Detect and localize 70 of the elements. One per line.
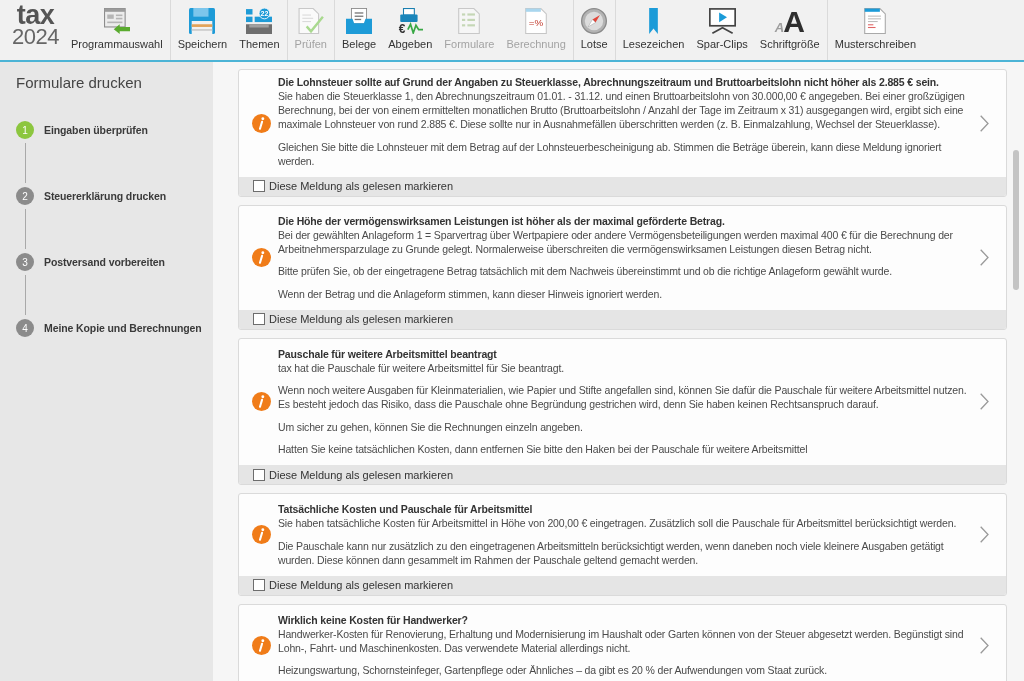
document-percent-icon: =% [525,8,548,34]
message-text: Handwerker-Kosten für Renovierung, Erhaltung und Modernisierung im Haushalt oder Garten können von der Steuer abgesetzt werden. Begünstigt sind Lohn-, Fahrt- und Maschinenkosten. Das verwendete Material allerdings nicht. [278,626,965,655]
message-title: Die Lohnsteuer sollte auf Grund der Angaben zu Steuerklasse, Abrechnungszeitraum und Bruttoarbeitslohn nicht höher als 2.885 € sein. [278,75,940,89]
step-number-badge: 2 [16,187,34,205]
toolbar-button[interactable]: Programmauswahl [64,0,169,60]
checkbox-label[interactable]: Diese Meldung als gelesen markieren [269,579,454,591]
message-text: Heizungswartung, Schornsteinfeger, Gartenpflege oder Ähnliches – da gibt es 20 % der Aufwendungen vom Staat zurück. [278,663,828,677]
message-text: Bei der gewählten Anlageform 1 = Sparvertrag über Wertpapiere oder andere Vermögensbeteiligungen werden maximal 400 € für die Berechnung der Arbeitnehmersparzulage zu Grunde gelegt. Normalerweise überschreiten die vermögenswirksamen Leistungen diesen Betrag nicht. [278,227,954,256]
inbox-tray-icon [346,8,373,34]
step-connector-line [24,275,26,315]
chevron-right-icon[interactable] [980,393,989,411]
checkbox[interactable] [253,313,265,325]
toolbar-button[interactable]: Lotse [574,0,614,60]
message-text: Wenn noch weitere Ausgaben für Kleinmaterialien, wie Papier und Stifte angefallen sind, können Sie dafür die Pauschale für weitere Arbeitsmittel nutzen. Es besteht jedoch das Risiko, dass die Pauschale ohne Begründung gestrichen wird, denn Sie haben keinen Rechtsanspruch darauf. [278,383,968,411]
info-icon [252,525,271,545]
sidebar-title: Formulare drucken [16,73,142,93]
logo-year: 2024 [12,26,59,48]
toolbar-button[interactable]: Belege [336,0,383,60]
form-window-icon [103,8,130,34]
checkbox-label[interactable]: Diese Meldung als gelesen markieren [269,180,454,192]
document-list-icon [458,8,481,34]
info-icon [252,113,271,133]
message-text: Um sicher zu gehen, können Sie die Rechnungen einzeln angeben. [278,419,584,434]
scrollbar-thumb[interactable] [1013,150,1019,290]
message-text: tax hat die Pauschale für weitere Arbeitsmittel für Sie beantragt. [278,360,565,375]
message-title: Wirklich keine Kosten für Handwerker? [278,612,469,627]
info-icon [252,635,271,655]
message-text: Hatten Sie keine tatsächlichen Kosten, dann entfernen Sie bitte den Haken bei der Pauschale für weitere Arbeitsmittel [278,442,809,456]
toolbar-button[interactable]: AA Schriftgröße [753,0,826,60]
message-text: Wenn der Betrag und die Anlageform stimmen, kann dieser Hinweis ignoriert werden. [278,286,663,301]
chevron-right-icon[interactable] [980,636,989,654]
message-text: Gleichen Sie bitte die Lohnsteuer mit dem Betrag auf der Lohnsteuerbescheinigung ab. Stimmen die Beträge überein, kann diese Meldung ignoriert werden. [278,139,943,168]
checkbox-label[interactable]: Diese Meldung als gelesen markieren [269,468,454,481]
step-label[interactable]: Postversand vorbereiten [44,256,165,268]
letter-document-icon [864,8,887,34]
checkbox-label[interactable]: Diese Meldung als gelesen markieren [269,313,454,325]
toolbar-button[interactable]: Lesezeichen [616,0,691,60]
step-connector-line [24,143,26,183]
step-number-badge: 1 [16,121,34,139]
chevron-right-icon[interactable] [980,249,989,266]
message-text: Die Pauschale kann nur zusätzlich zu den eingetragenen Arbeitsmitteln berücksichtigt werden, wenn daneben noch viele kleinere Ausgaben getätigt wurden. Diese können dann gesammelt im Rahmen der Pauschale geltend gemacht werden. [278,538,945,567]
toolbar-button[interactable]: Speichern [171,0,234,60]
compass-icon [581,8,608,34]
bookmark-icon [649,8,659,34]
checkbox[interactable] [253,468,265,481]
toolbar-button[interactable]: Spar-Clips [690,0,754,60]
document-check-icon [297,8,324,34]
toolbar-button[interactable]: € Abgeben [382,0,439,60]
monitor-play-icon [708,8,736,34]
step-label[interactable]: Steuererklärung drucken [44,190,166,202]
message-text: Sie haben die Steuerklasse 1, den Abrechnungszeitraum 01.01. - 31.12. und einen Bruttoarbeitslohn von 30.000,00 € angegeben. Bei einer großzügigen Berechnung, bei der von einem ermittelten monatlichen Brutto (Bruttoarbeitslohn / Anzahl der Tage im Zeitraum x 31) ausgegangen wird, ergibt sich eine maximale Lohnsteuer von rund 2.885 €. Diese sollte nur in Ausnahmefällen überschritten werden (z. B. Einmalzahlung, Wechsel der Steuerklasse). [278,89,966,131]
font-size-icon: AA [774,8,805,34]
checkbox[interactable] [253,579,265,591]
checkbox[interactable] [253,180,265,192]
toolbar-button[interactable]: Musterschreiben [828,0,923,60]
message-title: Pauschale für weitere Arbeitsmittel beantragt [278,346,498,361]
logo-wordmark: tax [16,4,55,26]
message-title: Tatsächliche Kosten und Pauschale für Arbeitsmittel [278,502,534,516]
step-number-badge: 4 [16,319,34,337]
message-text: Sie haben tatsächliche Kosten für Arbeitsmittel in Höhe von 200,00 € eingetragen. Zusätzlich soll die Pauschale für Arbeitsmittel berücksichtigt werden. [278,516,958,530]
chevron-right-icon[interactable] [980,526,989,544]
chevron-right-icon[interactable] [980,114,989,132]
step-label[interactable]: Eingaben überprüfen [44,124,148,136]
step-connector-line [24,209,26,249]
step-label[interactable]: Meine Kopie und Berechnungen [44,322,202,334]
message-title: Die Höhe der vermögenswirksamen Leistungen ist höher als der maximal geförderte Betrag. [278,213,726,228]
info-icon [252,392,271,412]
info-icon [252,248,271,267]
message-text: Bitte prüfen Sie, ob der eingetragene Betrag tatsächlich mit dem Nachweis übereinstimmt und ob die richtige Anlageform gewählt wurde. [278,264,893,278]
step-number-badge: 3 [16,253,34,271]
